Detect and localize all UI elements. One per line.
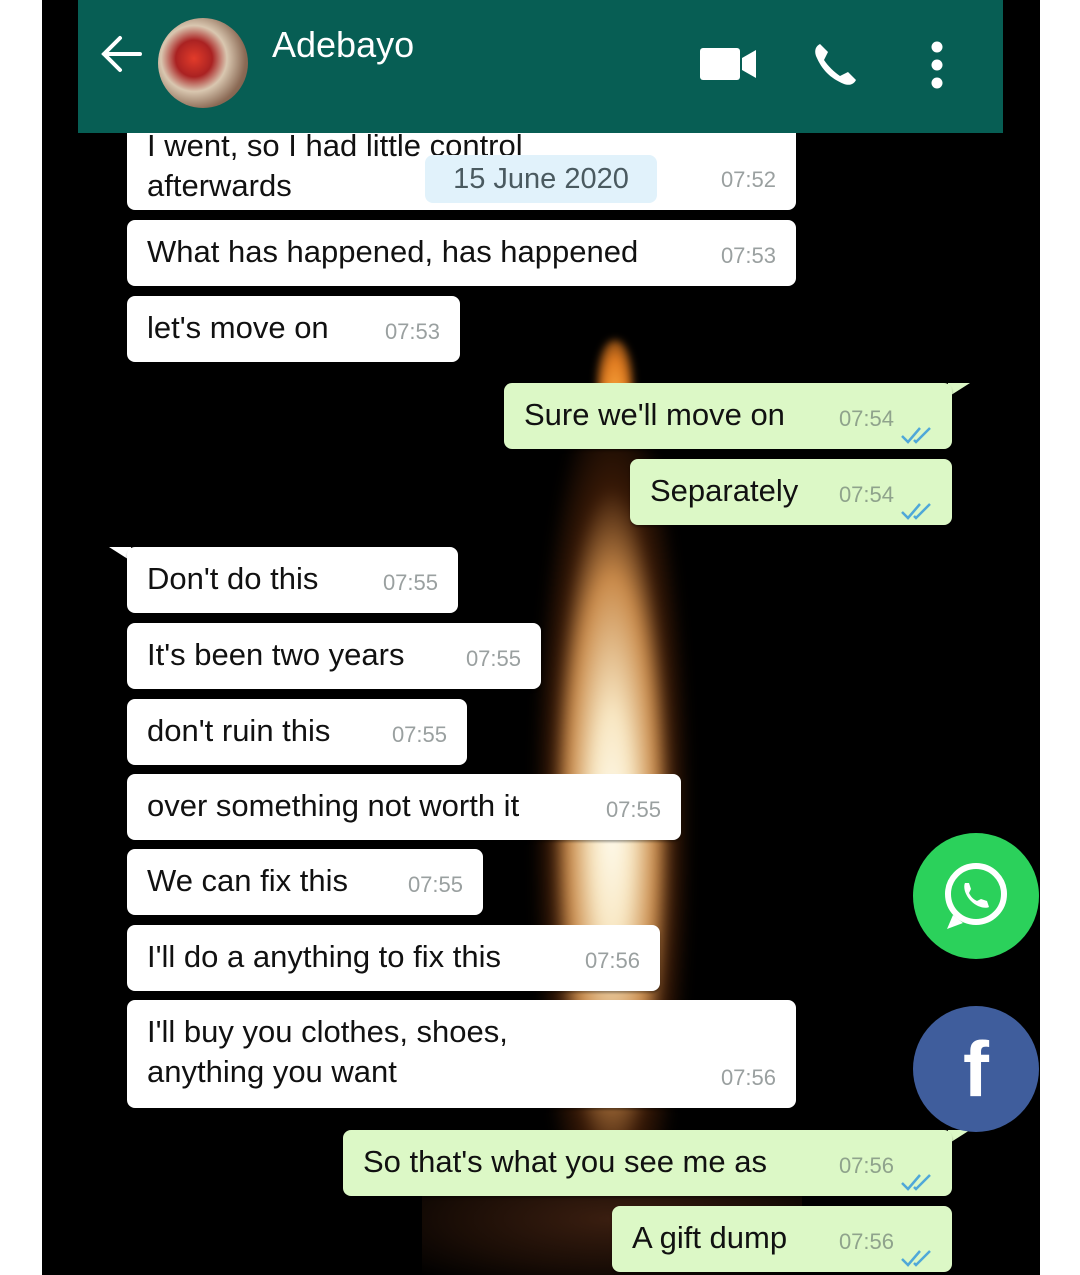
message-time: 07:56 [720,1065,776,1090]
message-bubble-incoming[interactable]: We can fix this 07:55 [127,849,483,915]
message-bubble-incoming[interactable]: let's move on 07:53 [127,296,460,362]
video-call-icon[interactable] [698,44,758,89]
message-text: don't ruin this [147,713,331,748]
message-text: I'll do a anything to fix this [147,939,502,974]
avatar[interactable] [158,18,248,108]
message-text: let's move on [147,310,329,345]
message-bubble-incoming[interactable]: don't ruin this 07:55 [127,699,467,765]
message-bubble-incoming[interactable]: It's been two years 07:55 [127,623,541,689]
message-time: 07:56 [838,1153,894,1178]
message-time: 07:54 [838,482,894,507]
message-time: 07:56 [584,948,640,973]
message-time: 07:53 [384,319,440,344]
message-time: 07:55 [382,570,438,595]
message-text: I'll buy you clothes, shoes, [147,1014,508,1049]
message-time: 07:55 [391,722,447,747]
message-time: 07:54 [838,406,894,431]
message-bubble-incoming[interactable]: What has happened, has happened 07:53 [127,220,796,286]
whatsapp-icon [945,863,1007,929]
back-arrow-icon[interactable] [100,34,142,82]
facebook-share-button[interactable]: f [913,1006,1039,1132]
chat-screen: Adebayo I went, so I had little control … [42,0,1040,1275]
message-bubble-outgoing[interactable]: Sure we'll move on 07:54 [504,383,952,449]
read-ticks-icon [900,1162,936,1191]
message-text: over something not worth it [147,788,520,823]
message-text: Sure we'll move on [524,397,785,432]
message-text: It's been two years [147,637,405,672]
menu-dots-icon[interactable] [930,40,944,95]
message-bubble-outgoing[interactable]: A gift dump 07:56 [612,1206,952,1272]
read-ticks-icon [900,1238,936,1267]
contact-name[interactable]: Adebayo [272,24,414,66]
message-text: A gift dump [632,1220,788,1255]
message-bubble-outgoing[interactable]: So that's what you see me as 07:56 [343,1130,952,1196]
message-text: Don't do this [147,561,319,596]
whatsapp-share-button[interactable] [913,833,1039,959]
date-chip: 15 June 2020 [425,155,657,203]
message-time: 07:56 [838,1229,894,1254]
message-time: 07:52 [720,167,776,192]
facebook-icon: f [963,1025,989,1113]
message-bubble-incoming[interactable]: I'll buy you clothes, shoes, anything yo… [127,1000,796,1108]
message-text: anything you want [147,1054,397,1089]
message-text: Separately [650,473,799,508]
message-text: So that's what you see me as [363,1144,767,1179]
message-text: What has happened, has happened [147,234,639,269]
message-bubble-incoming[interactable]: over something not worth it 07:55 [127,774,681,840]
message-time: 07:55 [605,797,661,822]
read-ticks-icon [900,415,936,444]
message-time: 07:55 [407,872,463,897]
chat-header: Adebayo [78,0,1003,133]
message-bubble-incoming[interactable]: I'll do a anything to fix this 07:56 [127,925,660,991]
message-bubble-incoming[interactable]: Don't do this 07:55 [127,547,458,613]
message-bubble-outgoing[interactable]: Separately 07:54 [630,459,952,525]
message-text: We can fix this [147,863,349,898]
message-time: 07:53 [720,243,776,268]
phone-icon[interactable] [810,40,860,95]
read-ticks-icon [900,491,936,520]
message-time: 07:55 [465,646,521,671]
